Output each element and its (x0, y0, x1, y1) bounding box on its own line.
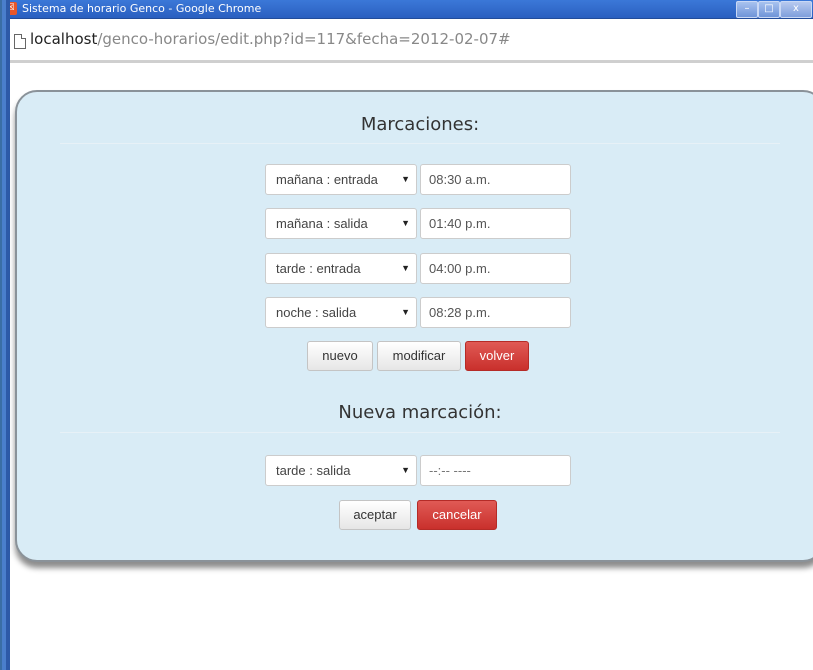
marcacion-type-select[interactable]: tarde : entrada ▼ (265, 253, 417, 284)
url-host: localhost (30, 30, 98, 48)
marcacion-type-select[interactable]: mañana : salida ▼ (265, 208, 417, 239)
page-icon (14, 34, 26, 49)
maximize-button[interactable]: □ (758, 1, 780, 18)
marcacion-time-input[interactable]: 04:00 p.m. (420, 253, 571, 284)
divider (60, 432, 780, 433)
marcaciones-title: Marcaciones: (360, 114, 480, 135)
marcacion-time-input[interactable]: 01:40 p.m. (420, 208, 571, 239)
marcacion-time-input[interactable]: 08:30 a.m. (420, 164, 571, 195)
dropdown-arrow-icon: ▼ (401, 307, 410, 317)
divider (60, 143, 780, 144)
marcacion-type-select[interactable]: mañana : entrada ▼ (265, 164, 417, 195)
select-value: tarde : salida (276, 463, 351, 478)
cancelar-button[interactable]: cancelar (417, 500, 497, 530)
select-value: tarde : entrada (276, 261, 361, 276)
select-value: noche : salida (276, 305, 357, 320)
marcacion-type-select[interactable]: noche : salida ▼ (265, 297, 417, 328)
select-value: mañana : salida (276, 216, 368, 231)
dropdown-arrow-icon: ▼ (401, 465, 410, 475)
address-bar[interactable]: localhost/genco-horarios/edit.php?id=117… (10, 19, 813, 61)
dropdown-arrow-icon: ▼ (401, 174, 410, 184)
nueva-type-select[interactable]: tarde : salida ▼ (265, 455, 417, 486)
select-value: mañana : entrada (276, 172, 378, 187)
marcacion-time-input[interactable]: 08:28 p.m. (420, 297, 571, 328)
window-titlebar: ☒ Sistema de horario Genco - Google Chro… (0, 0, 813, 19)
close-button[interactable]: x (780, 1, 812, 18)
volver-button[interactable]: volver (465, 341, 529, 371)
nueva-time-input[interactable]: --:-- ---- (420, 455, 571, 486)
dropdown-arrow-icon: ▼ (401, 263, 410, 273)
dropdown-arrow-icon: ▼ (401, 218, 410, 228)
nueva-marcacion-title: Nueva marcación: (338, 402, 502, 423)
minimize-button[interactable]: – (736, 1, 758, 18)
aceptar-button[interactable]: aceptar (339, 500, 411, 530)
url-text[interactable]: localhost/genco-horarios/edit.php?id=117… (30, 30, 511, 48)
nuevo-button[interactable]: nuevo (307, 341, 373, 371)
modificar-button[interactable]: modificar (377, 341, 461, 371)
window-border (0, 0, 10, 670)
window-title: Sistema de horario Genco - Google Chrome (22, 2, 262, 15)
url-path: /genco-horarios/edit.php?id=117&fecha=20… (97, 30, 511, 48)
toolbar-divider (10, 61, 813, 63)
